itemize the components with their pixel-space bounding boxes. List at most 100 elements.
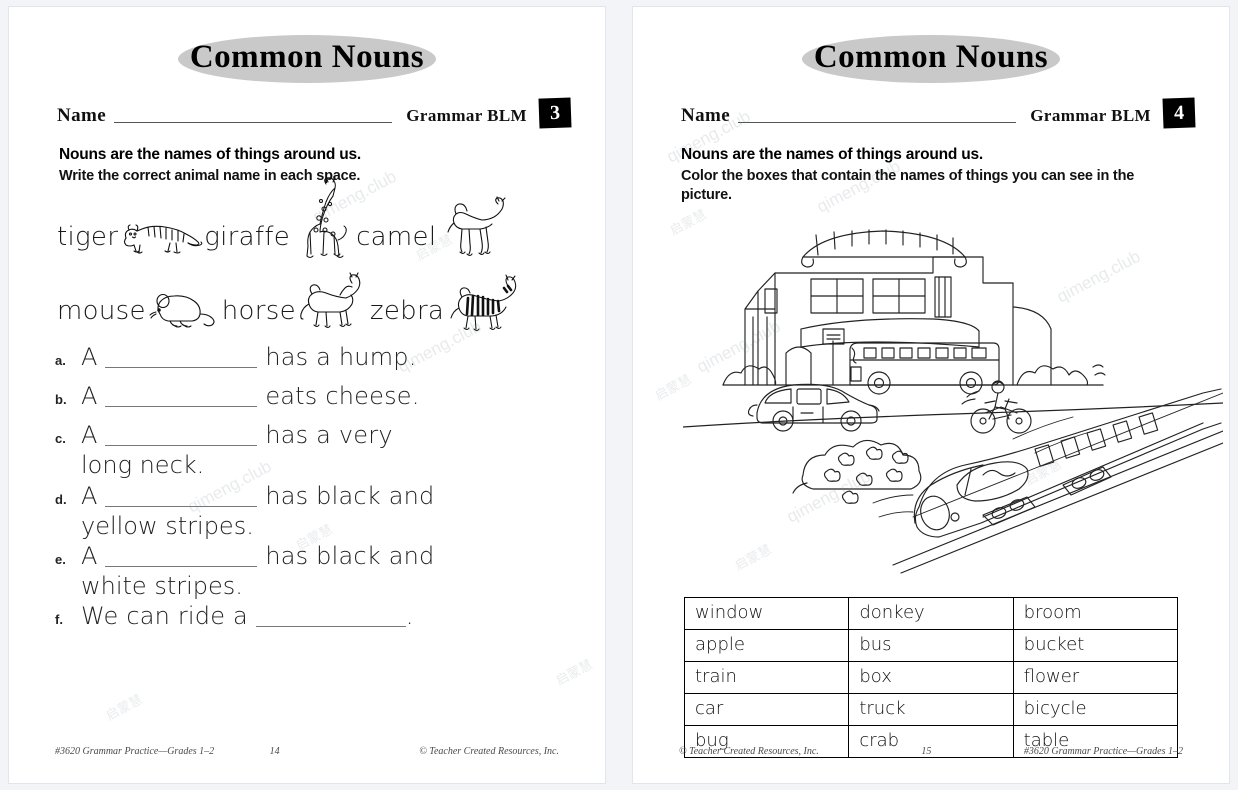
question-text: A has black and [81,542,435,571]
fill-in-blank-questions: a. A has a hump. b. A eats cheese. c. A … [55,343,605,637]
word-box-cell[interactable]: car [683,693,850,727]
word-label: giraffe [204,222,291,253]
word-bank-row: tiger giraffe camel [57,176,605,259]
answer-blank[interactable] [105,486,258,507]
question-prefix: A [81,542,98,570]
question-text: A has a very [81,421,393,450]
mouse-icon [149,294,215,328]
name-label: Name [681,105,731,126]
worksheet-page-right: Common Nouns Name Grammar BLM 4 Nouns ar… [632,6,1230,784]
animal-word-bank: tiger giraffe camel mouse horse zebra [57,176,605,332]
word-box-cell[interactable]: donkey [848,597,1014,631]
name-row: Name Grammar BLM 3 [57,97,572,129]
table-row: car truck bicycle [683,693,1179,727]
word-bank-item-giraffe: giraffe [204,174,356,259]
question-suffix: eats cheese. [265,382,420,411]
question-letter: a. [55,353,66,369]
blm-number-badge: 4 [1162,97,1196,129]
table-row: apple bus bucket [683,629,1179,663]
word-bank-item-zebra: zebra [370,274,526,332]
word-label: mouse [57,296,146,327]
word-label: tiger [57,222,119,253]
word-box-cell[interactable]: train [683,661,850,695]
page-footer-right: © Teacher Created Resources, Inc. 15 #36… [633,746,1229,757]
word-box-cell[interactable]: bus [848,629,1014,663]
question-text: A has black and [81,481,435,511]
watermark-text-cjk: 启蒙慧 [553,657,596,690]
word-box-cell[interactable]: broom [1012,597,1179,631]
question-item-f: f. We can ride a . [55,603,605,637]
word-bank-item-mouse: mouse [57,284,222,332]
blm-label: Grammar BLM [1030,106,1151,125]
footer-catalog: #3620 Grammar Practice—Grades 1–2 [1023,746,1183,757]
word-box-cell[interactable]: box [848,661,1014,695]
blm-number-badge: 3 [538,97,572,129]
footer-page-number: 14 [269,746,280,757]
question-prefix: We can ride a [81,602,248,631]
question-prefix: A [81,382,98,411]
question-letter: b. [55,392,67,408]
page-title-block: Common Nouns [633,29,1229,91]
instruction-heading: Nouns are the names of things around us. [59,146,362,163]
question-letter: f. [55,612,63,628]
tiger-icon [124,224,203,254]
word-box-cell[interactable]: apple [683,629,850,663]
word-label: camel [356,222,437,253]
zebra-icon [450,274,517,332]
question-suffix: has a very [265,421,393,450]
question-text: A eats cheese. [81,382,420,411]
name-label: Name [57,105,107,126]
question-prefix: A [81,421,98,450]
footer-page-number: 15 [921,746,932,757]
street-scene-illustration [683,229,1223,574]
question-c-continuation: long neck. [81,451,205,480]
footer-copyright: © Teacher Created Resources, Inc. [419,746,559,757]
page-title-block: Common Nouns [9,29,605,91]
question-item-a: a. A has a hump. [55,343,605,378]
word-box-cell[interactable]: bucket [1012,629,1179,663]
word-box-cell[interactable]: window [683,597,850,631]
worksheet-spread: Common Nouns Name Grammar BLM 3 Nouns ar… [0,0,1238,790]
page-title: Common Nouns [813,39,1049,75]
camel-icon [447,196,506,257]
word-bank-item-horse: horse [222,271,370,332]
table-row: window donkey broom [683,597,1179,631]
question-e-continuation: white stripes. [81,572,243,600]
question-prefix: A [81,481,98,510]
question-suffix: . [405,602,414,631]
word-box-cell[interactable]: bicycle [1012,693,1179,727]
footer-copyright: © Teacher Created Resources, Inc. [679,746,819,757]
word-bank-row: mouse horse zebra [57,272,605,332]
answer-blank[interactable] [105,546,258,567]
table-row: train box flower [683,661,1179,695]
word-label: horse [221,296,296,327]
question-text: A has a hump. [81,343,417,372]
question-letter: e. [55,552,66,567]
horse-icon [300,272,361,329]
answer-blank[interactable] [255,606,406,628]
name-input-line[interactable] [114,121,393,123]
word-box-cell[interactable]: flower [1012,661,1179,695]
question-prefix: A [81,343,98,372]
question-d-continuation: yellow stripes. [81,511,254,540]
question-letter: c. [55,431,66,447]
question-text: We can ride a . [81,603,414,631]
answer-blank[interactable] [105,425,258,447]
answer-blank[interactable] [105,347,258,369]
name-input-line[interactable] [738,121,1017,123]
page-footer-left: #3620 Grammar Practice—Grades 1–2 14 © T… [9,746,605,757]
question-letter: d. [55,491,67,507]
instructions-block: Nouns are the names of things around us.… [681,145,1183,205]
instruction-directions: Color the boxes that contain the names o… [681,168,1135,204]
answer-blank[interactable] [105,386,258,408]
page-title: Common Nouns [189,39,425,75]
giraffe-icon [306,176,347,259]
word-bank-item-tiger: tiger [57,214,204,258]
instruction-heading: Nouns are the names of things around us. [681,146,984,163]
question-suffix: has black and [265,542,435,570]
question-suffix: has a hump. [265,343,417,372]
question-item-b: b. A eats cheese. [55,382,605,417]
question-suffix: has black and [265,481,435,510]
name-row: Name Grammar BLM 4 [681,97,1196,129]
word-box-cell[interactable]: truck [848,693,1014,727]
